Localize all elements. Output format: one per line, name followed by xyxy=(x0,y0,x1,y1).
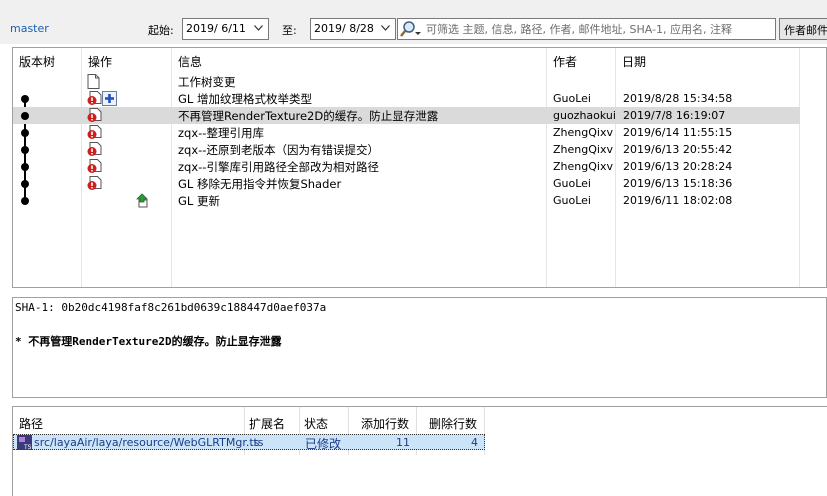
branch-link[interactable]: master xyxy=(10,22,49,35)
search-input[interactable] xyxy=(426,20,771,38)
column-header-author[interactable]: 作者 xyxy=(547,48,577,71)
date-cell: 2019/6/13 15:18:36 xyxy=(623,177,733,190)
author-cell: GuoLei xyxy=(553,194,591,207)
author-cell: guozhaokui xyxy=(553,109,616,122)
revision-row[interactable]: zqx--引擎库引用路径全部改为相对路径 ZhengQixv 2019/6/13 2… xyxy=(13,158,800,175)
commit-message-cell: GL 更新 xyxy=(178,194,220,208)
commit-sha[interactable]: SHA-1: 0b20dc4198faf8c261bd0639c188447d0… xyxy=(15,301,326,314)
file-path: src/layaAir/laya/resource/WebGLRTMgr.ts xyxy=(34,436,260,449)
column-header-actions[interactable]: 操作 xyxy=(82,48,112,71)
column-header-message[interactable]: 信息 xyxy=(172,48,202,71)
revision-graph-node xyxy=(21,163,29,171)
date-cell: 2019/8/28 15:34:58 xyxy=(623,92,733,105)
revision-row[interactable]: GL 更新 GuoLei 2019/6/11 18:02:08 xyxy=(13,192,800,209)
date-cell: 2019/7/8 16:19:07 xyxy=(623,109,726,122)
chevron-down-icon[interactable] xyxy=(251,21,266,37)
revision-row[interactable]: GL 增加纹理格式枚举类型 GuoLei 2019/8/28 15:34:58 xyxy=(13,90,800,107)
revision-row-selected[interactable]: 不再管理RenderTexture2D的缓存。防止显存泄露 guozhaokui 2… xyxy=(13,107,800,124)
column-header-added-lines[interactable]: 添加行数 xyxy=(361,407,409,434)
column-header-graph[interactable]: 版本树 xyxy=(13,48,55,71)
date-cell: 2019/6/14 11:55:15 xyxy=(623,126,733,139)
author-cell: GuoLei xyxy=(553,177,591,190)
commit-message-cell: zqx--还原到老版本（因为有错误提交） xyxy=(178,143,379,157)
revision-row[interactable]: 工作树变更 xyxy=(13,73,800,90)
revision-row[interactable]: GL 移除无用指令并恢复Shader GuoLei 2019/6/13 15:18:… xyxy=(13,175,800,192)
author-cell: ZhengQixv xyxy=(553,126,613,139)
file-added-lines: 11 xyxy=(396,436,410,449)
typescript-file-icon: TS xyxy=(17,435,32,453)
from-date-label: 起始: xyxy=(148,24,174,37)
to-date-value: 2019/ 8/28 xyxy=(314,22,374,35)
to-date-picker[interactable]: 2019/ 8/28 xyxy=(310,18,396,40)
commit-message-cell: 不再管理RenderTexture2D的缓存。防止显存泄露 xyxy=(178,109,439,123)
commit-detail-panel[interactable]: SHA-1: 0b20dc4198faf8c261bd0639c188447d0… xyxy=(12,297,827,398)
revision-graph-node xyxy=(21,95,29,103)
revision-graph-node xyxy=(21,129,29,137)
from-date-value: 2019/ 6/11 xyxy=(186,22,246,35)
chevron-down-icon[interactable] xyxy=(378,21,393,37)
revision-row[interactable]: zqx--还原到老版本（因为有错误提交） ZhengQixv 2019/6/13 2… xyxy=(13,141,800,158)
date-cell: 2019/6/11 18:02:08 xyxy=(623,194,733,207)
search-box[interactable] xyxy=(397,18,776,40)
revision-row[interactable]: zqx--整理引用库 ZhengQixv 2019/6/14 11:55:15 xyxy=(13,124,800,141)
to-date-label: 至: xyxy=(282,24,297,37)
column-header-status[interactable]: 状态 xyxy=(304,407,328,434)
from-date-picker[interactable]: 2019/ 6/11 xyxy=(182,18,269,40)
column-header-date[interactable]: 日期 xyxy=(616,48,646,71)
date-cell: 2019/6/13 20:55:42 xyxy=(623,143,733,156)
column-header-extension[interactable]: 扩展名 xyxy=(249,407,285,434)
revision-grid[interactable]: 版本树 操作 信息 作者 日期 工作树变更 GL 增加纹理格式枚举类型 GuoLei… xyxy=(12,47,827,288)
commit-message[interactable]: * 不再管理RenderTexture2D的缓存。防止显存泄露 xyxy=(15,333,282,349)
commit-message-cell: 工作树变更 xyxy=(178,75,236,89)
revision-graph-node xyxy=(21,180,29,188)
author-email-filter-button[interactable]: 作者邮件 xyxy=(779,18,827,40)
column-header-path[interactable]: 路径 xyxy=(19,407,43,434)
author-cell: ZhengQixv xyxy=(553,160,613,173)
search-icon[interactable] xyxy=(400,20,422,38)
changed-files-list[interactable]: 路径 扩展名 状态 添加行数 删除行数 TS src/layaAir/laya/… xyxy=(12,406,827,496)
column-header-removed-lines[interactable]: 删除行数 xyxy=(429,407,477,434)
date-cell: 2019/6/13 20:28:24 xyxy=(623,160,733,173)
file-extension: .ts xyxy=(250,436,264,449)
author-cell: GuoLei xyxy=(553,92,591,105)
file-status: 已修改 xyxy=(305,437,342,451)
revision-graph-node xyxy=(21,112,29,120)
green-arrow-icon xyxy=(135,193,150,211)
author-cell: ZhengQixv xyxy=(553,143,613,156)
file-row[interactable]: TS src/layaAir/laya/resource/WebGLRTMgr.… xyxy=(13,434,485,453)
commit-message-cell: GL 增加纹理格式枚举类型 xyxy=(178,92,312,106)
filter-toolbar: master 起始: 2019/ 6/11 至: 2019/ 8/28 作者邮件 xyxy=(0,0,827,44)
revision-graph-node xyxy=(21,146,29,154)
file-removed-lines: 4 xyxy=(471,436,478,449)
svg-text:TS: TS xyxy=(23,444,32,450)
revision-graph-node xyxy=(21,197,29,205)
commit-message-cell: GL 移除无用指令并恢复Shader xyxy=(178,177,342,191)
commit-message-cell: zqx--引擎库引用路径全部改为相对路径 xyxy=(178,160,379,174)
commit-message-cell: zqx--整理引用库 xyxy=(178,126,264,140)
